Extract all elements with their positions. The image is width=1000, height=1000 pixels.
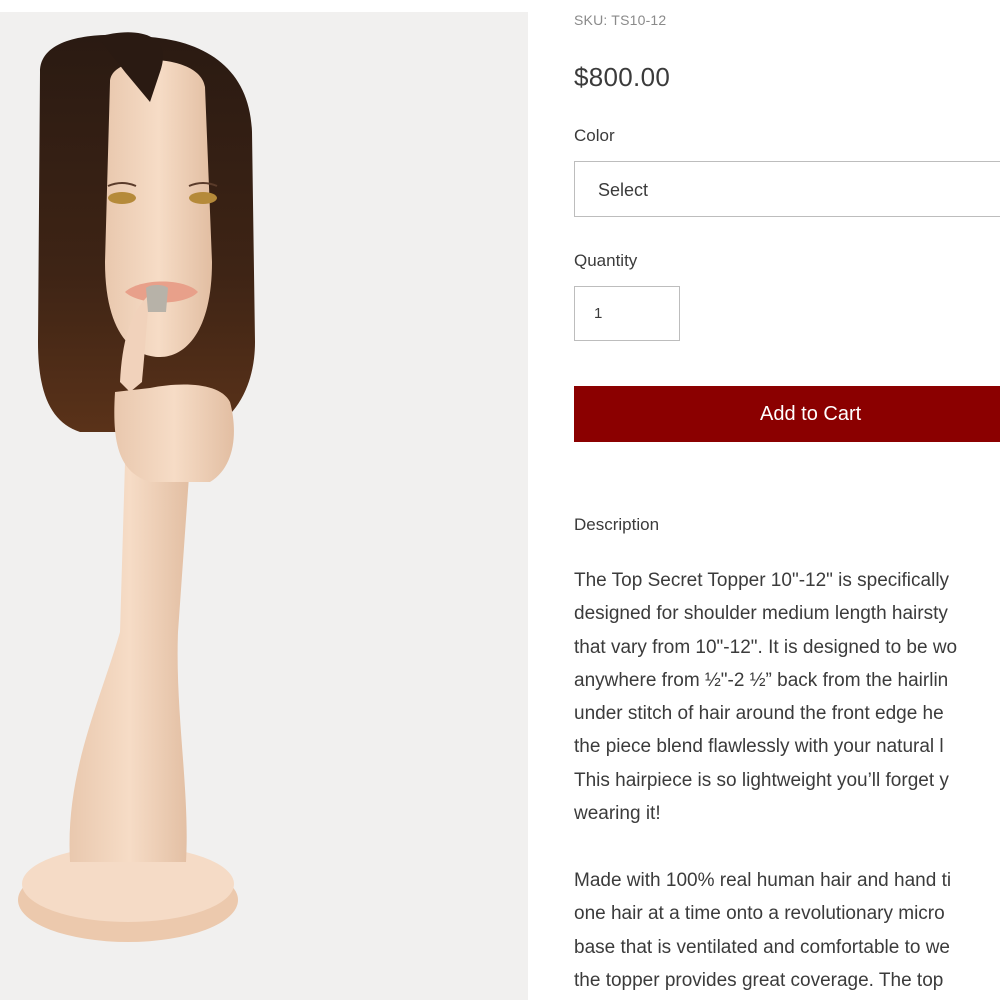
description-line: that vary from 10"-12". It is designed t… xyxy=(574,636,958,658)
description-line: base that is ventilated and comfortable … xyxy=(574,936,951,958)
description-line: This hairpiece is so lightweight you’ll … xyxy=(574,769,949,791)
quantity-input[interactable] xyxy=(574,286,680,341)
description-line: the piece blend flawlessly with your nat… xyxy=(574,736,944,758)
product-price: $800.00 xyxy=(574,62,671,92)
color-select-value: Select xyxy=(598,180,649,200)
description-paragraph-2: Made with 100% real human hair and hand … xyxy=(574,864,951,997)
description-heading: Description xyxy=(574,515,660,534)
product-sku: SKU: TS10-12 xyxy=(574,12,667,28)
add-to-cart-button[interactable]: Add to Cart xyxy=(574,386,1000,442)
description-line: the topper provides great coverage. The … xyxy=(574,969,944,991)
product-image[interactable] xyxy=(0,12,528,1000)
description-line: Made with 100% real human hair and hand … xyxy=(574,870,952,891)
description-line: one hair at a time onto a revolutionary … xyxy=(574,903,945,925)
quantity-label: Quantity xyxy=(574,251,638,270)
description-paragraph-1: The Top Secret Topper 10"-12" is specifi… xyxy=(574,564,957,830)
description-line: designed for shoulder medium length hair… xyxy=(574,603,948,625)
product-page: SKU: TS10-12 $800.00 Color Select Quanti… xyxy=(0,0,1000,1000)
color-select[interactable]: Select xyxy=(574,161,1000,217)
color-label: Color xyxy=(574,126,615,145)
product-info-panel: SKU: TS10-12 $800.00 Color Select Quanti… xyxy=(574,0,1000,1000)
description-line: under stitch of hair around the front ed… xyxy=(574,703,944,725)
description-line: wearing it! xyxy=(574,803,661,825)
description-line: The Top Secret Topper 10"-12" is specifi… xyxy=(574,570,950,591)
description-line: anywhere from ½"-2 ½” back from the hair… xyxy=(574,669,949,691)
